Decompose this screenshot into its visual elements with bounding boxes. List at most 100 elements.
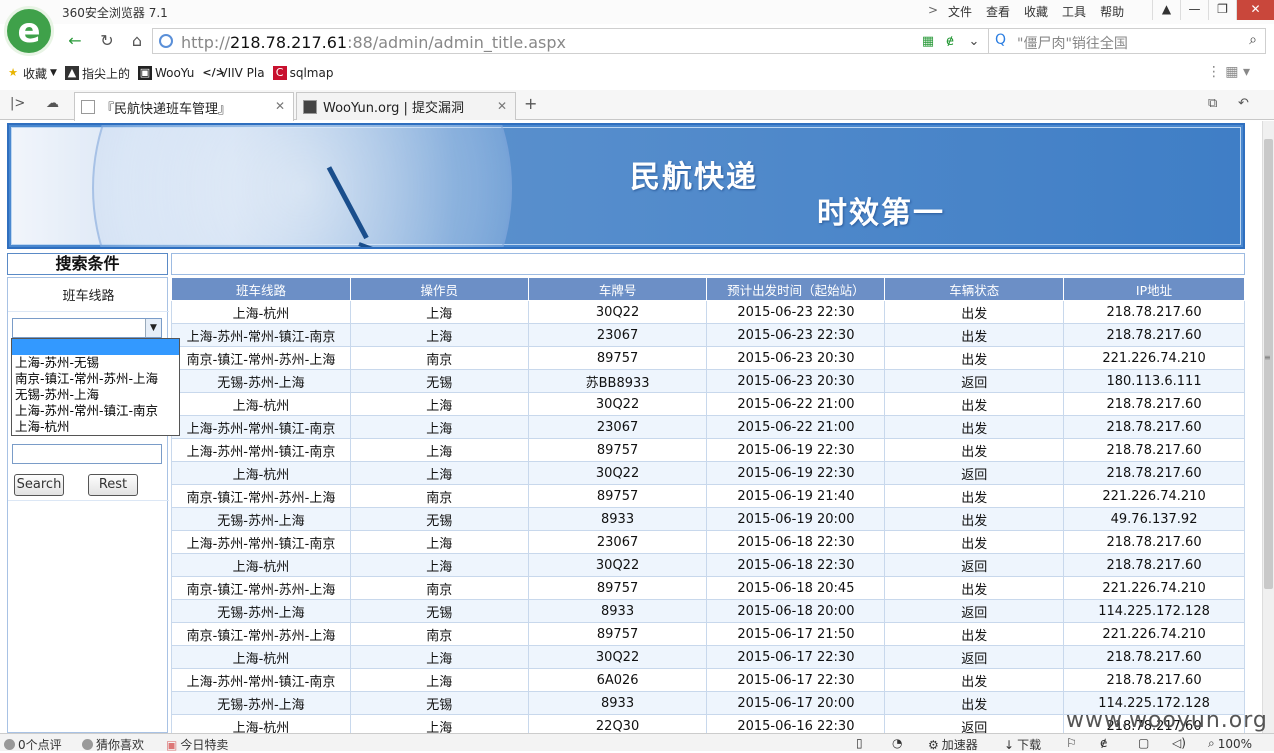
menu-favorites[interactable]: 收藏 bbox=[1024, 3, 1048, 20]
download-icon: ↓ bbox=[1004, 737, 1015, 752]
status-accelerator[interactable]: ⚙ 加速器 bbox=[928, 736, 978, 753]
table-cell: 出发 bbox=[884, 300, 1065, 324]
tab-close-icon[interactable]: ✕ bbox=[497, 99, 507, 113]
search-engine-icon[interactable]: Q bbox=[995, 32, 1006, 48]
table-cell: 上海-苏州-常州-镇江-南京 bbox=[171, 323, 351, 347]
table-cell: 23067 bbox=[527, 530, 708, 554]
table-cell: 上海-杭州 bbox=[171, 714, 351, 733]
status-reviews[interactable]: 0个点评 bbox=[4, 736, 62, 753]
search-button[interactable]: Search bbox=[14, 474, 64, 496]
table-cell: 出发 bbox=[884, 576, 1065, 600]
table-cell: 23067 bbox=[527, 415, 708, 439]
route-label: 班车线路 bbox=[8, 282, 169, 312]
vertical-scrollbar[interactable]: ≡ bbox=[1262, 121, 1274, 733]
address-url[interactable]: http://218.78.217.61:88/admin/admin_titl… bbox=[181, 33, 566, 52]
table-cell: 30Q22 bbox=[527, 392, 708, 416]
banner-slogan: 时效第一 bbox=[817, 196, 945, 231]
status-recommend[interactable]: 猜你喜欢 bbox=[82, 736, 144, 753]
table-cell: 出发 bbox=[884, 438, 1065, 462]
scrollbar-thumb[interactable] bbox=[1264, 139, 1273, 589]
new-tab-icon[interactable]: + bbox=[524, 94, 537, 113]
status-deals[interactable]: ▣ 今日特卖 bbox=[166, 736, 228, 753]
column-header[interactable]: IP地址 bbox=[1063, 277, 1245, 301]
table-cell: 上海 bbox=[349, 553, 529, 577]
tab-active[interactable]: 『民航快递班车管理』 ✕ bbox=[74, 92, 294, 121]
bookmark-item[interactable]: ▲ 指尖上的 bbox=[64, 65, 130, 82]
reset-button[interactable]: Rest bbox=[88, 474, 138, 496]
flag-icon[interactable]: ⚐ bbox=[1066, 736, 1077, 750]
code-icon: </> bbox=[202, 66, 225, 79]
table-cell: 218.78.217.60 bbox=[1063, 553, 1245, 577]
column-header[interactable]: 预计出发时间（起始站） bbox=[706, 277, 886, 301]
compat-mode-icon[interactable]: ɇ bbox=[941, 33, 959, 51]
table-cell: 2015-06-18 20:45 bbox=[706, 576, 886, 600]
restore-tab-icon[interactable]: ⧉ bbox=[1208, 96, 1217, 111]
table-cell: 30Q22 bbox=[527, 645, 708, 669]
volume-icon[interactable]: ◁) bbox=[1172, 736, 1186, 750]
undo-close-icon[interactable]: ↶ bbox=[1238, 96, 1249, 111]
table-cell: 返回 bbox=[884, 369, 1065, 393]
menu-help[interactable]: 帮助 bbox=[1100, 3, 1124, 20]
refresh-icon[interactable]: ↻ bbox=[96, 30, 118, 52]
search-text-input[interactable] bbox=[12, 444, 162, 464]
address-bar[interactable]: http://218.78.217.61:88/admin/admin_titl… bbox=[152, 28, 1062, 54]
qrcode-icon[interactable]: ▦ bbox=[919, 33, 937, 51]
menu-view[interactable]: 查看 bbox=[986, 3, 1010, 20]
back-icon[interactable]: ← bbox=[64, 30, 86, 52]
table-cell: 南京 bbox=[349, 346, 529, 370]
cloud-icon[interactable]: ☁ bbox=[46, 96, 59, 111]
menu-chevron-icon[interactable]: > bbox=[928, 3, 938, 17]
skin-icon[interactable]: ▲ bbox=[1152, 0, 1180, 20]
minimize-button[interactable]: — bbox=[1180, 0, 1208, 20]
tab-inactive[interactable]: WooYun.org | 提交漏洞 ✕ bbox=[296, 92, 516, 120]
clock-graphic bbox=[92, 125, 512, 247]
tab-close-icon[interactable]: ✕ bbox=[275, 99, 285, 113]
column-header[interactable]: 操作员 bbox=[349, 277, 529, 301]
table-cell: 22Q30 bbox=[527, 714, 708, 733]
table-cell: 2015-06-17 22:30 bbox=[706, 645, 886, 669]
menu-tools[interactable]: 工具 bbox=[1062, 3, 1086, 20]
table-row: 上海-杭州 上海 30Q22 2015-06-22 21:00 出发 218.78.217… bbox=[171, 392, 1245, 416]
table-cell: 30Q22 bbox=[527, 553, 708, 577]
chevron-down-icon[interactable]: ▼ bbox=[145, 319, 161, 337]
bookmark-item[interactable]: Csqlmap bbox=[272, 66, 333, 80]
tab-bar: |> ☁ 『民航快递班车管理』 ✕ WooYun.org | 提交漏洞 ✕ + … bbox=[0, 90, 1274, 121]
dropdown-option[interactable]: 上海-杭州 bbox=[12, 419, 179, 435]
bookmark-favorites[interactable]: ★ 收藏 ▼ bbox=[6, 65, 57, 82]
speed-icon[interactable]: ◔ bbox=[892, 736, 902, 750]
dropdown-option[interactable]: 上海-苏州-无锡 bbox=[12, 355, 179, 371]
column-header[interactable]: 班车线路 bbox=[171, 277, 351, 301]
search-icon[interactable]: ⌕ bbox=[1249, 32, 1257, 48]
bookmark-item[interactable]: </> VIIV Pla bbox=[202, 66, 264, 80]
apps-grid-icon[interactable]: ⋮ ▦ ▾ bbox=[1207, 64, 1250, 80]
dropdown-option[interactable]: 南京-镇江-常州-苏州-上海 bbox=[12, 371, 179, 387]
sidebar-toggle-icon[interactable]: |> bbox=[10, 96, 25, 111]
table-cell: 89757 bbox=[527, 438, 708, 462]
menu-file[interactable]: 文件 bbox=[948, 3, 972, 20]
mobile-icon[interactable]: ▯ bbox=[856, 736, 863, 750]
table-cell: 218.78.217.60 bbox=[1063, 323, 1245, 347]
dropdown-option[interactable]: 上海-苏州-常州-镇江-南京 bbox=[12, 403, 179, 419]
close-button[interactable]: ✕ bbox=[1236, 0, 1274, 20]
table-header-row: 班车线路 操作员 车牌号 预计出发时间（起始站） 车辆状态 IP地址 bbox=[171, 277, 1245, 301]
table-cell: 2015-06-18 20:00 bbox=[706, 599, 886, 623]
chevron-down-icon[interactable]: ⌄ bbox=[965, 33, 983, 51]
table-row: 无锡-苏州-上海 无锡 苏BB8933 2015-06-23 20:30 返回 180.1… bbox=[171, 369, 1245, 393]
column-header[interactable]: 车辆状态 bbox=[884, 277, 1065, 301]
route-select[interactable]: ▼ bbox=[12, 318, 162, 338]
search-box[interactable]: Q "僵尸肉"销往全国 ⌕ bbox=[988, 28, 1266, 54]
home-icon[interactable]: ⌂ bbox=[126, 30, 148, 52]
table-cell: 出发 bbox=[884, 530, 1065, 554]
maximize-button[interactable]: ❐ bbox=[1208, 0, 1236, 20]
bookmark-item[interactable]: ▣ WooYu bbox=[137, 66, 194, 80]
column-header[interactable]: 车牌号 bbox=[527, 277, 708, 301]
status-zoom[interactable]: ⌕ 100% bbox=[1208, 736, 1252, 751]
screenshot-icon[interactable]: ▢ bbox=[1138, 736, 1149, 750]
dropdown-option[interactable] bbox=[12, 339, 179, 355]
bookmarks-bar: ★ 收藏 ▼ ▲ 指尖上的 ▣ WooYu </> VIIV Pla Csqlmap ⋮ … bbox=[0, 62, 1274, 84]
page-icon bbox=[81, 100, 95, 114]
status-download[interactable]: ↓ 下载 bbox=[1004, 736, 1041, 753]
ie-icon[interactable]: ɇ bbox=[1100, 736, 1107, 750]
menu-bar: 文件 查看 收藏 工具 帮助 bbox=[948, 3, 1124, 20]
dropdown-option[interactable]: 无锡-苏州-上海 bbox=[12, 387, 179, 403]
